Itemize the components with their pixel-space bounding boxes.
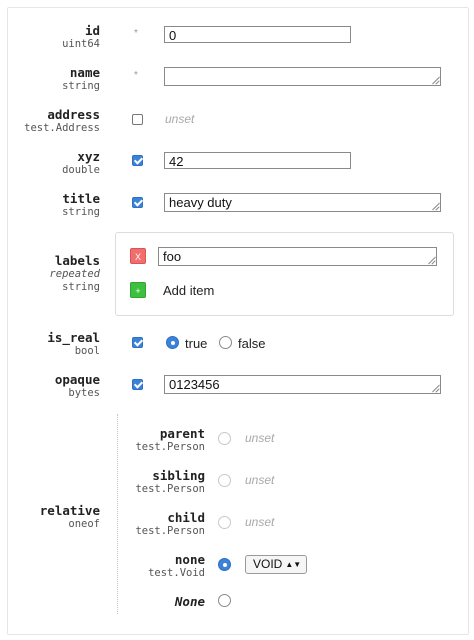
field-type: uint64 xyxy=(62,38,100,50)
id-input[interactable]: 0 xyxy=(164,26,351,43)
option-type: test.Person xyxy=(135,441,205,453)
opaque-value: 0123456 xyxy=(169,377,220,392)
false-label[interactable]: false xyxy=(238,336,265,351)
oneof-group-border xyxy=(117,414,118,614)
unset-label: unset xyxy=(165,112,195,126)
field-name: id xyxy=(84,23,100,38)
resize-grip-icon[interactable] xyxy=(427,256,435,264)
field-label-labels: labels repeated string xyxy=(49,253,100,294)
add-item-button[interactable]: + xyxy=(130,282,146,298)
labels-item-textarea[interactable]: foo xyxy=(158,247,437,266)
None-radio[interactable] xyxy=(218,594,231,607)
field-name: opaque xyxy=(54,372,100,387)
field-label-address: address test.Address xyxy=(24,107,100,135)
option-type: test.Void xyxy=(148,567,205,579)
field-label-relative: relative oneof xyxy=(40,503,100,531)
opaque-textarea[interactable]: 0123456 xyxy=(164,375,441,394)
oneof-label-None: None xyxy=(175,594,205,609)
repeated-items-box xyxy=(115,232,454,316)
option-type: test.Person xyxy=(135,525,205,537)
option-name: child xyxy=(167,510,205,525)
select-arrows-icon: ▲▼ xyxy=(285,560,302,569)
title-value: heavy duty xyxy=(169,195,232,210)
field-type: string xyxy=(62,206,100,218)
field-type: double xyxy=(62,164,100,176)
option-name: sibling xyxy=(152,468,205,483)
none-radio[interactable] xyxy=(218,558,231,571)
field-type: test.Address xyxy=(24,122,100,134)
field-type: string xyxy=(62,281,100,293)
name-textarea[interactable] xyxy=(164,67,441,86)
field-name: title xyxy=(62,191,100,206)
opaque-set-checkbox[interactable] xyxy=(132,379,143,390)
field-type: bool xyxy=(74,345,100,357)
void-select-value: VOID xyxy=(253,557,283,571)
is-real-set-checkbox[interactable] xyxy=(132,337,143,348)
field-name: name xyxy=(69,65,100,80)
resize-grip-icon[interactable] xyxy=(431,202,439,210)
option-name: none xyxy=(174,552,205,567)
field-label-is-real: is_real bool xyxy=(47,330,100,358)
option-name: None xyxy=(174,594,205,609)
title-textarea[interactable]: heavy duty xyxy=(164,193,441,212)
xyz-set-checkbox[interactable] xyxy=(132,155,143,166)
field-name: address xyxy=(47,107,100,122)
field-label-xyz: xyz double xyxy=(62,149,100,177)
oneof-label-parent: parent test.Person xyxy=(135,426,205,454)
unset-label: unset xyxy=(245,515,275,529)
field-modifier: repeated xyxy=(49,268,100,280)
message-editor-panel xyxy=(7,7,469,635)
title-set-checkbox[interactable] xyxy=(132,197,143,208)
field-type: string xyxy=(62,80,100,92)
field-name: xyz xyxy=(77,149,100,164)
remove-item-button[interactable]: X xyxy=(130,248,146,264)
field-label-id: id uint64 xyxy=(62,23,100,51)
oneof-label-none: none test.Void xyxy=(148,552,205,580)
add-item-label[interactable]: Add item xyxy=(163,283,214,298)
address-set-checkbox[interactable] xyxy=(132,114,143,125)
oneof-label-sibling: sibling test.Person xyxy=(135,468,205,496)
oneof-label-child: child test.Person xyxy=(135,510,205,538)
field-name: labels xyxy=(54,253,100,268)
true-label[interactable]: true xyxy=(185,336,207,351)
field-type: oneof xyxy=(68,518,100,530)
field-name: is_real xyxy=(47,330,100,345)
field-label-opaque: opaque bytes xyxy=(55,372,100,400)
field-type: bytes xyxy=(68,387,100,399)
sibling-radio[interactable] xyxy=(218,474,231,487)
is-real-true-radio[interactable] xyxy=(166,336,179,349)
xyz-input[interactable]: 42 xyxy=(164,152,351,169)
field-label-title: title string xyxy=(62,191,100,219)
field-label-name: name string xyxy=(62,65,100,93)
required-marker: * xyxy=(134,70,138,81)
is-real-false-radio[interactable] xyxy=(219,336,232,349)
resize-grip-icon[interactable] xyxy=(431,76,439,84)
field-name: relative xyxy=(39,503,100,518)
required-marker: * xyxy=(134,28,138,39)
option-name: parent xyxy=(159,426,205,441)
resize-grip-icon[interactable] xyxy=(431,384,439,392)
parent-radio[interactable] xyxy=(218,432,231,445)
child-radio[interactable] xyxy=(218,516,231,529)
unset-label: unset xyxy=(245,431,275,445)
option-type: test.Person xyxy=(135,483,205,495)
unset-label: unset xyxy=(245,473,275,487)
labels-item-value: foo xyxy=(163,249,182,264)
void-select[interactable]: VOID ▲▼ xyxy=(245,555,308,574)
